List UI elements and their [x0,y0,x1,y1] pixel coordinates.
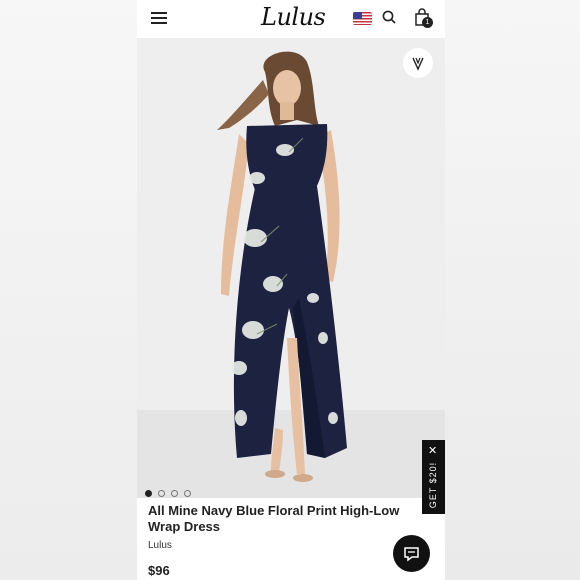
pagination-dot[interactable] [145,490,152,497]
product-image-gallery[interactable]: ✕ GET $20! [137,38,445,514]
close-icon[interactable]: ✕ [428,444,437,457]
promo-label[interactable]: GET $20! [428,460,438,510]
background-right [445,0,580,580]
model-shoe-left [265,470,285,478]
favorite-button[interactable] [403,48,433,78]
cart-count-badge: 1 [422,17,433,28]
model-shoe-right [293,474,313,482]
product-brand[interactable]: Lulus [148,540,172,551]
pagination-dot[interactable] [171,490,178,497]
image-pagination [145,484,197,502]
promo-tab[interactable]: ✕ GET $20! [422,440,445,514]
product-price: $96 [148,563,170,578]
mobile-product-page: Lulus 1 ✕ GET $20! All Mine Navy Blue Fl… [137,0,445,580]
search-icon[interactable] [382,10,396,24]
top-nav-bar: Lulus 1 [137,0,445,38]
favorite-logo-icon [412,57,424,71]
pagination-dot[interactable] [158,490,165,497]
pagination-dot[interactable] [184,490,191,497]
product-title: All Mine Navy Blue Floral Print High-Low… [148,503,400,534]
chat-icon [404,547,419,562]
us-flag-icon[interactable] [353,12,372,25]
hamburger-icon[interactable] [151,11,167,25]
background-left [0,0,137,580]
brand-logo[interactable]: Lulus [261,3,326,31]
product-photo [217,51,347,482]
chat-button[interactable] [393,535,430,572]
model-face [273,70,301,106]
